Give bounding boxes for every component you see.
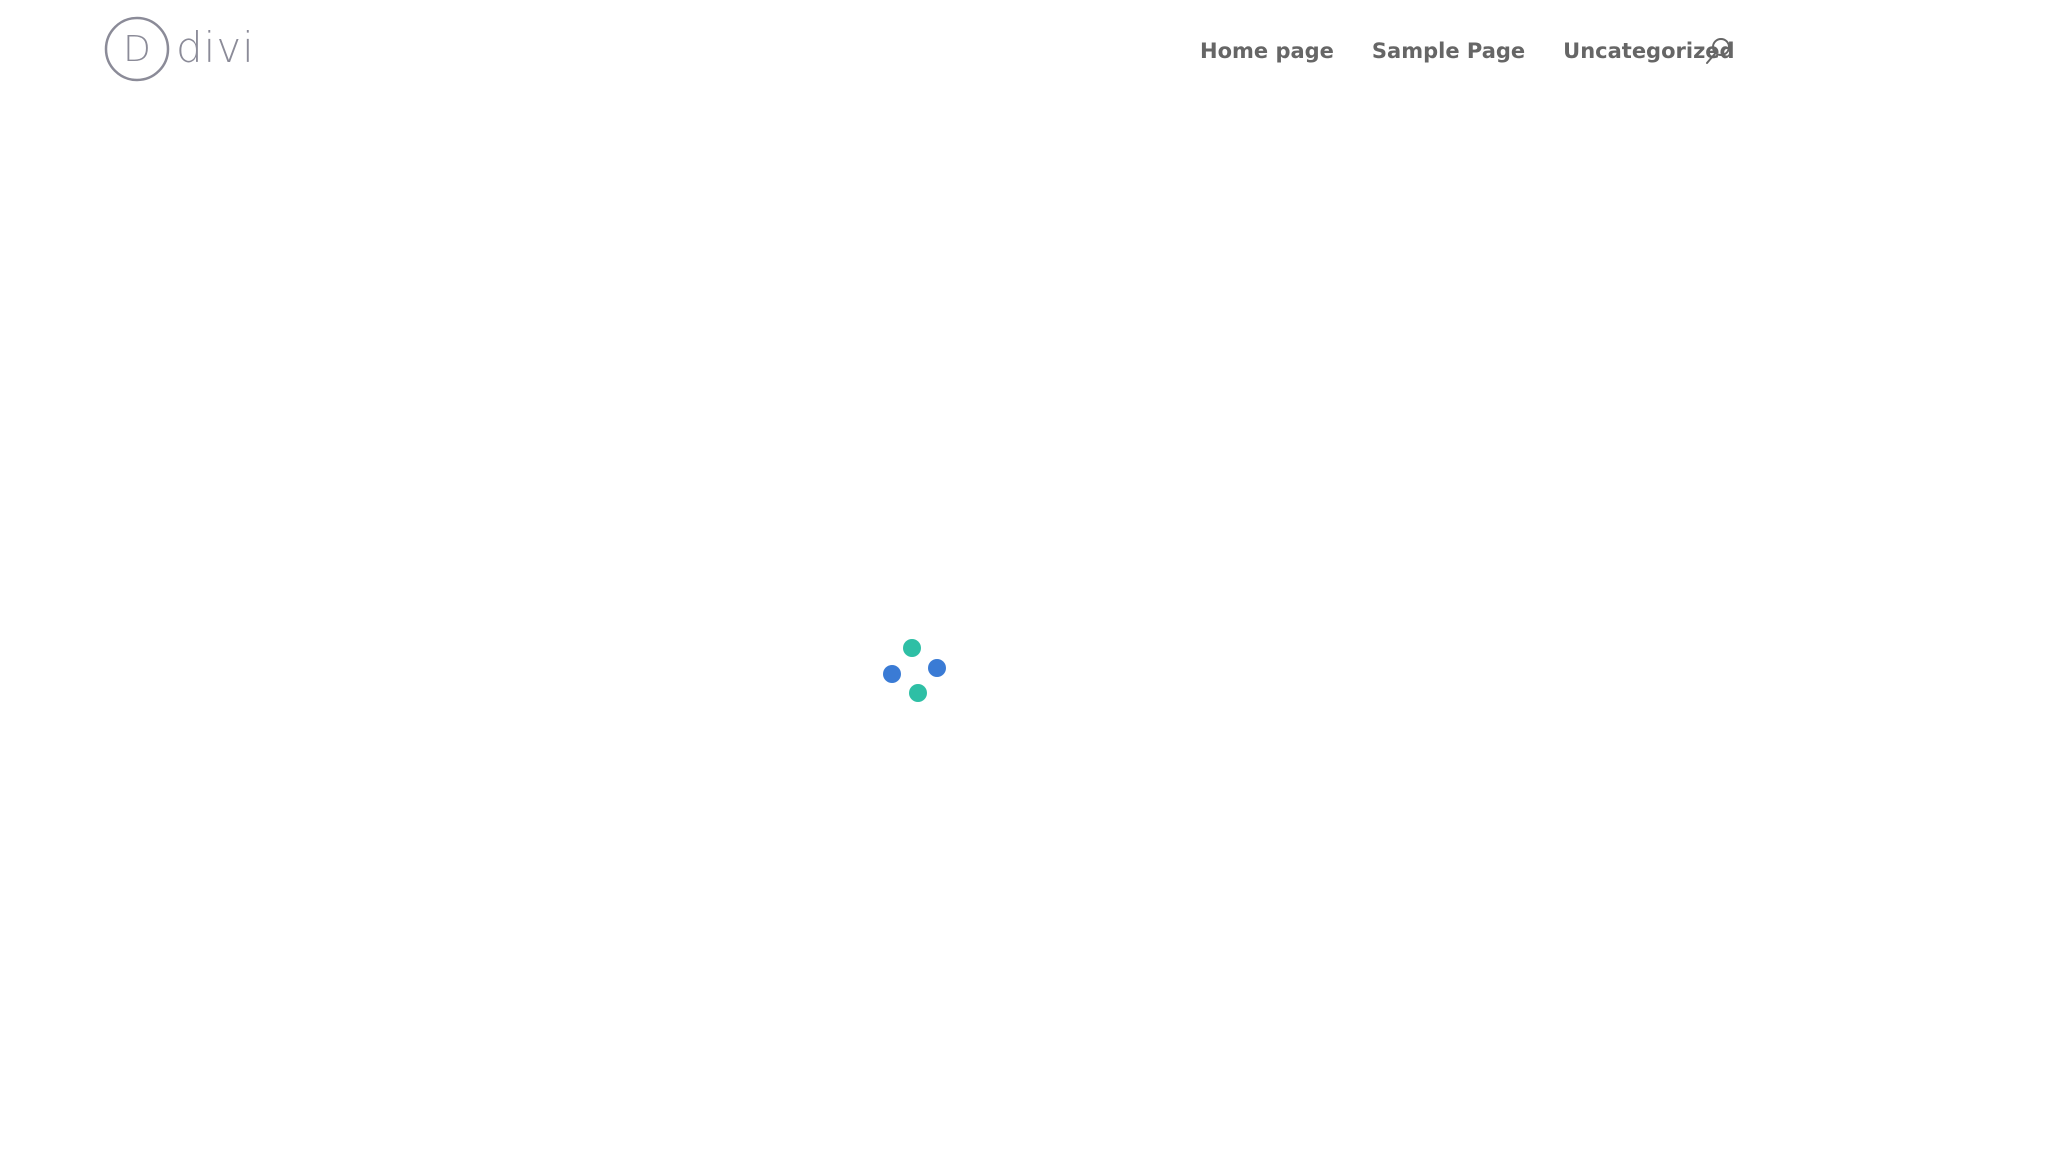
loader-dot-left — [883, 665, 901, 683]
site-logo[interactable]: D divi — [104, 16, 254, 86]
loader-dot-top — [903, 639, 921, 657]
logo-letter: D — [123, 29, 151, 70]
loader-dot-bottom — [909, 684, 927, 702]
main-nav: Home page Sample Page Uncategorized — [1200, 34, 1773, 68]
logo-d-mark: D — [104, 16, 170, 82]
logo-text: divi — [176, 23, 255, 72]
page: D divi Home page Sample Page Uncategoriz… — [0, 0, 2054, 1166]
search-button[interactable] — [1703, 36, 1733, 66]
loading-spinner — [880, 638, 950, 708]
nav-item-sample-page[interactable]: Sample Page — [1372, 34, 1525, 68]
search-icon — [1706, 38, 1730, 64]
nav-item-home-page[interactable]: Home page — [1200, 34, 1334, 68]
site-header: D divi Home page Sample Page Uncategoriz… — [0, 0, 2054, 103]
loader-dot-right — [928, 659, 946, 677]
loading-spinner-icon — [883, 639, 946, 702]
